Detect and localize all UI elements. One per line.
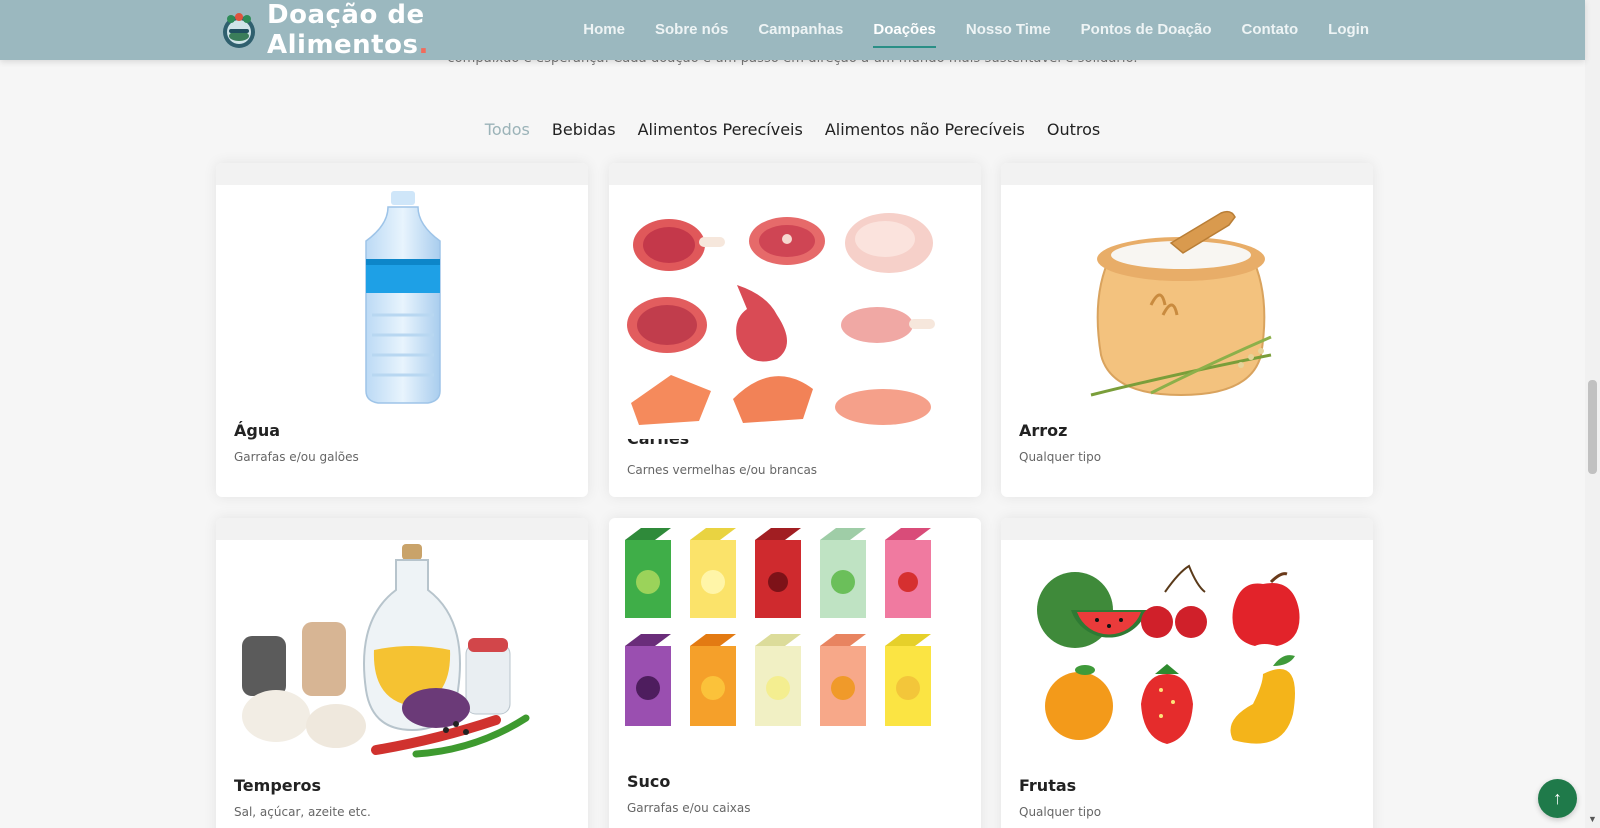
brand-name: Doação de Alimentos. <box>267 0 429 60</box>
card-top-band <box>216 163 588 185</box>
donation-card-frutas[interactable]: Frutas Qualquer tipo <box>1001 518 1373 828</box>
juice-boxes-icon <box>625 528 931 726</box>
nav-doacoes[interactable]: Doações <box>873 13 936 48</box>
donation-card-suco[interactable]: Suco Garrafas e/ou caixas <box>609 518 981 828</box>
card-title: Suco <box>627 772 671 791</box>
card-description: Qualquer tipo <box>1019 805 1102 819</box>
card-description: Garrafas e/ou caixas <box>627 801 751 815</box>
card-title: Temperos <box>234 776 322 795</box>
card-image <box>1001 185 1373 415</box>
card-image <box>216 185 588 415</box>
nav-home[interactable]: Home <box>583 13 625 46</box>
main-nav: Home Sobre nós Campanhas Doações Nosso T… <box>553 0 1369 58</box>
nav-pontos-de-doacao[interactable]: Pontos de Doação <box>1081 13 1212 46</box>
scroll-down-arrow-icon[interactable]: ▼ <box>1588 814 1597 824</box>
rice-sack-icon <box>1090 210 1272 397</box>
nav-contato[interactable]: Contato <box>1242 13 1299 46</box>
filter-outros[interactable]: Outros <box>1047 120 1100 139</box>
donation-card-agua[interactable]: Água Garrafas e/ou galões <box>216 163 588 497</box>
card-description: Sal, açúcar, azeite etc. <box>234 805 371 819</box>
card-top-band <box>216 518 588 540</box>
card-image <box>1001 540 1373 770</box>
nav-nosso-time[interactable]: Nosso Time <box>966 13 1051 46</box>
filter-nao-pereciveis[interactable]: Alimentos não Perecíveis <box>825 120 1025 139</box>
donation-card-temperos[interactable]: Temperos Sal, açúcar, azeite etc. <box>216 518 588 828</box>
meat-icon <box>627 213 935 425</box>
brand-line-1: Doação de <box>267 0 425 30</box>
card-title: Arroz <box>1019 421 1068 440</box>
card-top-band <box>609 163 981 185</box>
donation-card-carnes[interactable]: Carnes Carnes vermelhas e/ou brancas <box>609 163 981 497</box>
category-filters: Todos Bebidas Alimentos Perecíveis Alime… <box>0 120 1585 139</box>
card-top-band <box>1001 163 1373 185</box>
site-header: Doação de Alimentos. Home Sobre nós Camp… <box>0 0 1585 60</box>
card-description: Qualquer tipo <box>1019 450 1102 464</box>
food-basket-logo-icon <box>223 13 255 48</box>
brand-line-2: Alimentos <box>267 30 419 60</box>
filter-pereciveis[interactable]: Alimentos Perecíveis <box>638 120 803 139</box>
filter-todos[interactable]: Todos <box>485 120 530 139</box>
brand-dot: . <box>418 30 429 60</box>
page-scrollbar[interactable]: ▼ <box>1585 0 1600 828</box>
card-title: Frutas <box>1019 776 1077 795</box>
card-image <box>216 540 588 770</box>
nav-campanhas[interactable]: Campanhas <box>758 13 843 46</box>
nav-login[interactable]: Login <box>1328 13 1369 46</box>
water-bottle-icon <box>365 191 441 404</box>
back-to-top-button[interactable]: ↑ <box>1538 779 1577 818</box>
spices-icon <box>242 544 530 758</box>
filter-bebidas[interactable]: Bebidas <box>552 120 616 139</box>
arrow-up-icon: ↑ <box>1553 788 1562 808</box>
nav-sobre-nos[interactable]: Sobre nós <box>655 13 728 46</box>
brand-logo[interactable]: Doação de Alimentos. <box>219 0 429 60</box>
donation-card-arroz[interactable]: Arroz Qualquer tipo <box>1001 163 1373 497</box>
card-image <box>609 185 981 439</box>
card-description: Garrafas e/ou galões <box>234 450 359 464</box>
card-title: Água <box>234 421 281 440</box>
scrollbar-thumb[interactable] <box>1588 380 1597 474</box>
card-top-band <box>1001 518 1373 540</box>
card-image <box>609 518 981 742</box>
card-description: Carnes vermelhas e/ou brancas <box>627 463 818 477</box>
fruits-icon <box>1037 564 1300 744</box>
